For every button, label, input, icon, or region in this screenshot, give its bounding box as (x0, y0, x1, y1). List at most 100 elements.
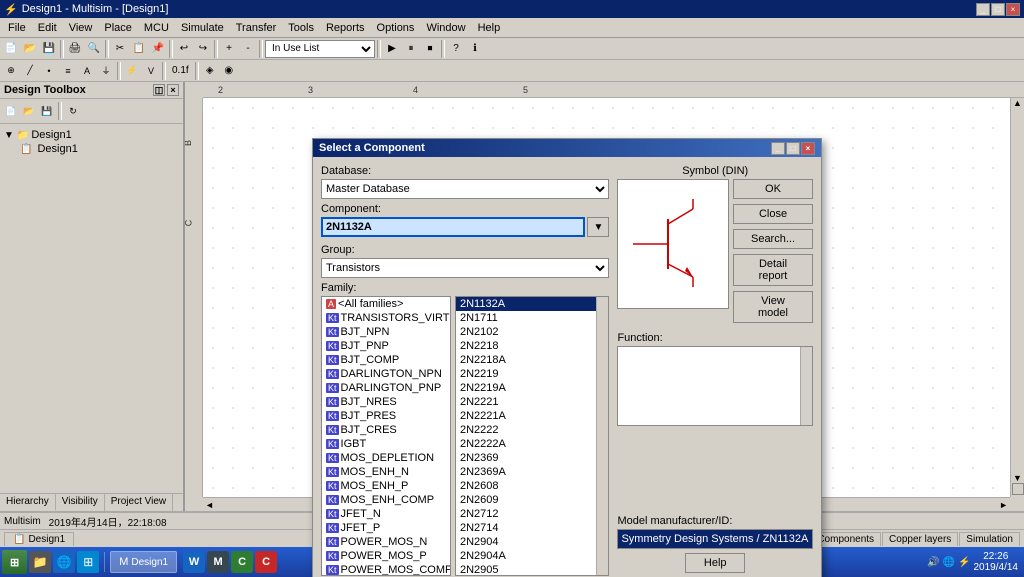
close-button[interactable]: Close (733, 204, 813, 224)
taskbar-multisim-btn[interactable]: M Design1 (110, 551, 177, 573)
refresh-icon[interactable]: ↻ (65, 103, 81, 119)
open-design-icon[interactable]: 📂 (21, 103, 37, 119)
comp-item-2n2219a[interactable]: 2N2219A (456, 381, 608, 395)
dialog-close-btn[interactable]: × (801, 142, 815, 155)
power-icon[interactable]: ⏚ (97, 62, 115, 80)
tree-item-design1-child[interactable]: 📋 Design1 (4, 142, 179, 156)
probe-icon[interactable]: ⚡ (123, 62, 141, 80)
new-design-icon[interactable]: 📄 (3, 103, 19, 119)
copy-btn[interactable]: 📋 (130, 40, 148, 58)
menu-window[interactable]: Window (420, 20, 471, 36)
sim-icon3[interactable]: ⏹ (421, 40, 439, 58)
menu-place[interactable]: Place (98, 20, 138, 36)
func-scrollbar[interactable] (800, 347, 812, 425)
menu-transfer[interactable]: Transfer (230, 20, 283, 36)
tab-project-view[interactable]: Project View (105, 494, 173, 511)
redo-btn[interactable]: ↪ (194, 40, 212, 58)
minimize-button[interactable]: _ (976, 3, 990, 16)
family-item-transistors-virtual[interactable]: Kt TRANSISTORS_VIRTUAL (322, 311, 450, 325)
family-item-bjt-pres[interactable]: Kt BJT_PRES (322, 409, 450, 423)
dialog-maximize-btn[interactable]: □ (786, 142, 800, 155)
scroll-right-btn[interactable]: ► (997, 500, 1010, 510)
misc-icon1[interactable]: ◈ (201, 62, 219, 80)
family-item-bjt-comp[interactable]: Kt BJT_COMP (322, 353, 450, 367)
component-input[interactable] (321, 217, 585, 237)
family-item-pmos-n[interactable]: Kt POWER_MOS_N (322, 535, 450, 549)
comp-item-2n2218a[interactable]: 2N2218A (456, 353, 608, 367)
print-preview-btn[interactable]: 🔍 (85, 40, 103, 58)
misc-icon2[interactable]: ◉ (220, 62, 238, 80)
junction-icon[interactable]: • (40, 62, 58, 80)
comp-item-2n2905[interactable]: 2N2905 (456, 563, 608, 576)
comp-item-2n1711[interactable]: 2N1711 (456, 311, 608, 325)
search-button[interactable]: Search... (733, 229, 813, 249)
menu-mcu[interactable]: MCU (138, 20, 175, 36)
zoom-out-btn[interactable]: - (239, 40, 257, 58)
label-icon[interactable]: A (78, 62, 96, 80)
comp-item-2n2714[interactable]: 2N2714 (456, 521, 608, 535)
tab-visibility[interactable]: Visibility (56, 494, 105, 511)
bus-icon[interactable]: ≡ (59, 62, 77, 80)
family-item-mos-enh-n[interactable]: Kt MOS_ENH_N (322, 465, 450, 479)
in-use-list[interactable]: In Use List (265, 40, 375, 58)
family-item-mos-dep[interactable]: Kt MOS_DEPLETION (322, 451, 450, 465)
taskbar-app-windows[interactable]: ⊞ (77, 551, 99, 573)
open-btn[interactable]: 📂 (21, 40, 39, 58)
help-icon[interactable]: ? (447, 40, 465, 58)
comp-item-2n2904[interactable]: 2N2904 (456, 535, 608, 549)
family-item-pmos-comp[interactable]: Kt POWER_MOS_COMP (322, 563, 450, 576)
comp-item-2n2222[interactable]: 2N2222 (456, 423, 608, 437)
comp-item-2n2222a[interactable]: 2N2222A (456, 437, 608, 451)
start-button[interactable]: ⊞ (2, 550, 27, 574)
taskbar-app-files[interactable]: 📁 (29, 551, 51, 573)
family-item-jfet-p[interactable]: Kt JFET_P (322, 521, 450, 535)
comp-item-2n2609[interactable]: 2N2609 (456, 493, 608, 507)
help-button[interactable]: Help (685, 553, 745, 573)
info-icon[interactable]: ℹ (466, 40, 484, 58)
family-item-darlington-pnp[interactable]: Kt DARLINGTON_PNP (322, 381, 450, 395)
close-button[interactable]: × (1006, 3, 1020, 16)
comp-item-2n2218[interactable]: 2N2218 (456, 339, 608, 353)
component-search-btn[interactable]: ▼ (587, 217, 609, 237)
tab-hierarchy[interactable]: Hierarchy (0, 494, 56, 511)
comp-item-2n2221[interactable]: 2N2221 (456, 395, 608, 409)
scroll-up-btn[interactable]: ▲ (1013, 98, 1022, 108)
family-item-pmos-p[interactable]: Kt POWER_MOS_P (322, 549, 450, 563)
tab-copper-layers[interactable]: Copper layers (882, 532, 958, 546)
print-btn[interactable]: 🖨 (66, 40, 84, 58)
comp-item-2n2369a[interactable]: 2N2369A (456, 465, 608, 479)
comp-item-2n2102[interactable]: 2N2102 (456, 325, 608, 339)
tree-item-design1-root[interactable]: ▼ 📁 Design1 (4, 128, 179, 142)
save-design-icon[interactable]: 💾 (39, 103, 55, 119)
menu-help[interactable]: Help (472, 20, 507, 36)
family-item-bjt-nres[interactable]: Kt BJT_NRES (322, 395, 450, 409)
family-item-bjt-pnp[interactable]: Kt BJT_PNP (322, 339, 450, 353)
tab-simulation[interactable]: Simulation (959, 532, 1020, 546)
place-icon[interactable]: ⊕ (2, 62, 20, 80)
taskbar-app-browser[interactable]: 🌐 (53, 551, 75, 573)
menu-edit[interactable]: Edit (32, 20, 63, 36)
family-item-igbt[interactable]: Kt IGBT (322, 437, 450, 451)
view-model-button[interactable]: View model (733, 291, 813, 323)
group-select[interactable]: Transistors (321, 258, 609, 278)
taskbar-green-btn[interactable]: C (231, 551, 253, 573)
comp-item-2n1132a[interactable]: 2N1132A (456, 297, 608, 311)
paste-btn[interactable]: 📌 (149, 40, 167, 58)
taskbar-ms-btn[interactable]: M (207, 551, 229, 573)
ok-button[interactable]: OK (733, 179, 813, 199)
toolbox-close-btn[interactable]: × (167, 84, 179, 96)
menu-options[interactable]: Options (371, 20, 421, 36)
sim-icon1[interactable]: ▶ (383, 40, 401, 58)
family-item-mos-enh-comp[interactable]: Kt MOS_ENH_COMP (322, 493, 450, 507)
family-item-mos-enh-p[interactable]: Kt MOS_ENH_P (322, 479, 450, 493)
wire-icon[interactable]: ╱ (21, 62, 39, 80)
menu-simulate[interactable]: Simulate (175, 20, 230, 36)
comp-item-2n2712[interactable]: 2N2712 (456, 507, 608, 521)
family-item-bjt-cres[interactable]: Kt BJT_CRES (322, 423, 450, 437)
sim-icon2[interactable]: ⏸ (402, 40, 420, 58)
maximize-button[interactable]: □ (991, 3, 1005, 16)
cut-btn[interactable]: ✂ (111, 40, 129, 58)
scroll-left-btn[interactable]: ◄ (203, 500, 216, 510)
component-list[interactable]: 2N1132A 2N1711 2N2102 2N2218 2N2218A 2N2… (455, 296, 609, 576)
comp-item-2n2219[interactable]: 2N2219 (456, 367, 608, 381)
